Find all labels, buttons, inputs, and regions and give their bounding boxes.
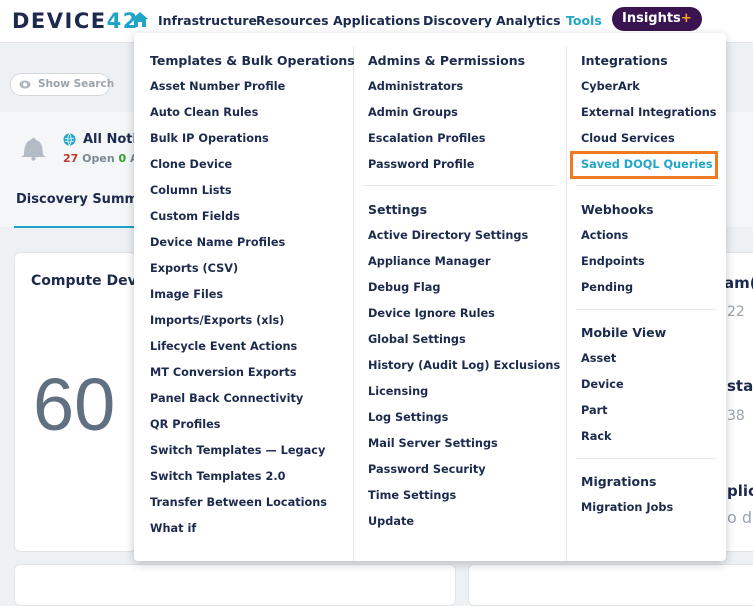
insights-label: Insights: [622, 11, 681, 26]
menu-item-switch-templates-2-0[interactable]: Switch Templates 2.0: [150, 470, 285, 483]
menu-item-active-directory-settings[interactable]: Active Directory Settings: [368, 229, 528, 242]
menu-item-image-files[interactable]: Image Files: [150, 288, 223, 301]
menu-item-qr-profiles[interactable]: QR Profiles: [150, 418, 220, 431]
menu-item-cyberark[interactable]: CyberArk: [581, 80, 640, 93]
menu-item-what-if[interactable]: What if: [150, 522, 196, 535]
menu-item-transfer-between-locations[interactable]: Transfer Between Locations: [150, 496, 327, 509]
menu-item-history-audit-log-exclusions[interactable]: History (Audit Log) Exclusions: [368, 359, 560, 372]
nav-resources[interactable]: Resources: [256, 13, 329, 28]
menu-item-mt-conversion-exports[interactable]: MT Conversion Exports: [150, 366, 296, 379]
menu-item-imports-exports-xls[interactable]: Imports/Exports (xls): [150, 314, 284, 327]
heading-templates-bulk-operations: Templates & Bulk Operations: [150, 53, 355, 68]
menu-item-actions[interactable]: Actions: [581, 229, 628, 242]
insights-button[interactable]: Insights+: [612, 7, 702, 31]
heading-webhooks: Webhooks: [581, 202, 654, 217]
menu-item-device-ignore-rules[interactable]: Device Ignore Rules: [368, 307, 495, 320]
bottom-card-left: [14, 564, 456, 606]
nav-discovery[interactable]: Discovery: [423, 13, 492, 28]
heading-settings: Settings: [368, 202, 428, 217]
menu-item-migration-jobs[interactable]: Migration Jobs: [581, 501, 673, 514]
eye-icon: [19, 80, 31, 89]
menu-item-external-integrations[interactable]: External Integrations: [581, 106, 717, 119]
heading-admins-permissions: Admins & Permissions: [368, 53, 526, 68]
menu-item-escalation-profiles[interactable]: Escalation Profiles: [368, 132, 486, 145]
heading-integrations: Integrations: [581, 53, 668, 68]
menu-item-mail-server-settings[interactable]: Mail Server Settings: [368, 437, 498, 450]
tab-discovery-summary[interactable]: Discovery Summar: [16, 192, 153, 207]
active-tab-indicator: [14, 226, 136, 228]
notification-counts: 27 Open 0 A: [63, 152, 139, 165]
right-fragment-2: 22: [727, 304, 745, 320]
heading-mobile-view: Mobile View: [581, 325, 667, 340]
menu-item-licensing[interactable]: Licensing: [368, 385, 428, 398]
right-fragment-1: am(: [724, 274, 753, 292]
menu-item-log-settings[interactable]: Log Settings: [368, 411, 448, 424]
menu-item-part[interactable]: Part: [581, 404, 608, 417]
menu-item-clone-device[interactable]: Clone Device: [150, 158, 232, 171]
bottom-card-right: [468, 564, 753, 606]
section-divider: [363, 185, 556, 186]
menu-item-custom-fields[interactable]: Custom Fields: [150, 210, 240, 223]
globe-icon: [63, 133, 76, 146]
nav-applications[interactable]: Applications: [333, 13, 420, 28]
heading-migrations: Migrations: [581, 474, 657, 489]
section-divider: [576, 309, 716, 310]
menu-item-device-name-profiles[interactable]: Device Name Profiles: [150, 236, 285, 249]
menu-item-appliance-manager[interactable]: Appliance Manager: [368, 255, 490, 268]
section-divider: [576, 458, 716, 459]
menu-item-asset-number-profile[interactable]: Asset Number Profile: [150, 80, 285, 93]
nav-infrastructure[interactable]: Infrastructure: [158, 13, 257, 28]
menu-item-switch-templates-legacy[interactable]: Switch Templates — Legacy: [150, 444, 325, 457]
nav-analytics[interactable]: Analytics: [496, 13, 561, 28]
logo-text: DEVICE: [12, 9, 107, 33]
nav-tools[interactable]: Tools: [566, 13, 602, 28]
column-divider: [353, 47, 354, 561]
tools-dropdown-menu: Templates & Bulk Operations Asset Number…: [134, 33, 726, 561]
menu-item-panel-back-connectivity[interactable]: Panel Back Connectivity: [150, 392, 303, 405]
menu-item-global-settings[interactable]: Global Settings: [368, 333, 466, 346]
menu-item-bulk-ip-operations[interactable]: Bulk IP Operations: [150, 132, 269, 145]
big-number: 60: [33, 363, 116, 446]
home-icon[interactable]: [131, 11, 149, 29]
menu-item-administrators[interactable]: Administrators: [368, 80, 463, 93]
bell-icon[interactable]: [18, 135, 50, 161]
menu-item-rack[interactable]: Rack: [581, 430, 612, 443]
open-count: 27: [63, 152, 79, 165]
insights-plus: +: [680, 11, 692, 26]
menu-item-exports-csv[interactable]: Exports (CSV): [150, 262, 238, 275]
open-label: Open: [82, 152, 115, 165]
menu-item-time-settings[interactable]: Time Settings: [368, 489, 456, 502]
menu-item-device[interactable]: Device: [581, 378, 624, 391]
menu-item-column-lists[interactable]: Column Lists: [150, 184, 232, 197]
column-divider: [566, 47, 567, 561]
right-fragment-5: plic: [727, 482, 753, 500]
menu-item-asset[interactable]: Asset: [581, 352, 616, 365]
menu-item-debug-flag[interactable]: Debug Flag: [368, 281, 441, 294]
right-fragment-4: 38: [727, 408, 745, 424]
menu-item-auto-clean-rules[interactable]: Auto Clean Rules: [150, 106, 258, 119]
device42-logo[interactable]: DEVICE42: [12, 9, 139, 33]
menu-item-update[interactable]: Update: [368, 515, 414, 528]
menu-item-lifecycle-event-actions[interactable]: Lifecycle Event Actions: [150, 340, 297, 353]
menu-item-password-security[interactable]: Password Security: [368, 463, 486, 476]
highlight-box: [570, 151, 718, 179]
menu-item-password-profile[interactable]: Password Profile: [368, 158, 474, 171]
menu-item-pending[interactable]: Pending: [581, 281, 633, 294]
right-fragment-6: o d: [727, 508, 753, 527]
menu-item-admin-groups[interactable]: Admin Groups: [368, 106, 458, 119]
right-fragment-3: stal: [727, 377, 753, 395]
menu-item-endpoints[interactable]: Endpoints: [581, 255, 645, 268]
show-search-label: Show Search: [38, 78, 115, 90]
card-title: Compute Devic: [31, 273, 150, 289]
ack-count: 0: [118, 152, 127, 165]
section-divider: [576, 185, 716, 186]
menu-item-cloud-services[interactable]: Cloud Services: [581, 132, 675, 145]
show-search-button[interactable]: Show Search: [10, 73, 114, 96]
